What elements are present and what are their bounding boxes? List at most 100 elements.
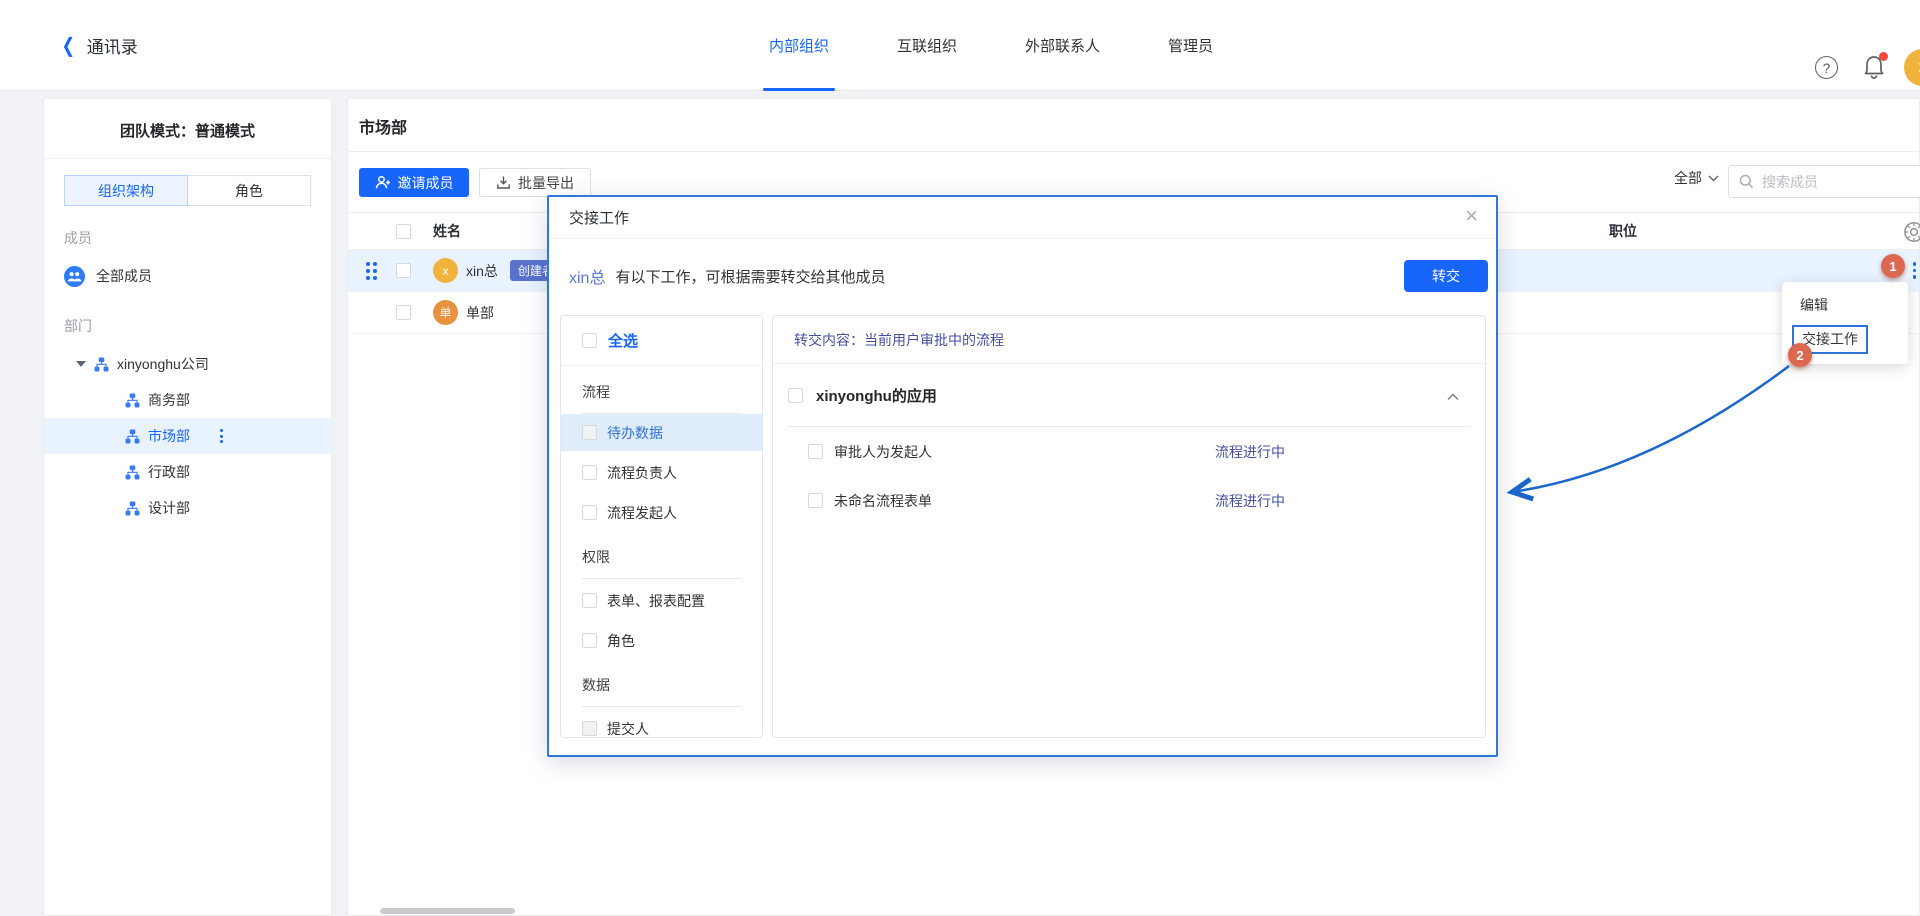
all-members-label: 全部成员: [96, 266, 152, 286]
departments-section-label: 部门: [64, 316, 331, 336]
option-checkbox[interactable]: [582, 721, 597, 736]
workflow-item[interactable]: 未命名流程表单 流程进行中: [773, 476, 1485, 525]
option-checkbox[interactable]: [582, 633, 597, 648]
option-label: 流程负责人: [607, 463, 677, 483]
tab-label: 管理员: [1168, 35, 1213, 56]
option-checkbox[interactable]: [582, 425, 597, 440]
tab-external-contacts[interactable]: 外部联系人: [991, 0, 1134, 91]
member-name: 单部: [466, 303, 494, 323]
content-header: 转交内容：当前用户审批中的流程: [773, 316, 1485, 364]
dept-more-icon[interactable]: [220, 429, 223, 443]
avatar-text: x: [443, 264, 449, 278]
horizontal-scrollbar[interactable]: [380, 908, 515, 914]
option-process-initiator[interactable]: 流程发起人: [561, 494, 762, 531]
group-label-process: 流程: [582, 366, 741, 414]
batch-export-button[interactable]: 批量导出: [479, 168, 591, 197]
search-box: [1728, 165, 1920, 198]
option-todo-data[interactable]: 待办数据: [561, 414, 762, 451]
workflow-item[interactable]: 审批人为发起人 流程进行中: [773, 427, 1485, 476]
workflow-status: 流程进行中: [1215, 491, 1285, 511]
handover-options-panel: 全选 流程 待办数据 流程负责人 流程发起人 权限 表单、报表配置 角色 数据 …: [560, 315, 763, 738]
option-label: 提交人: [607, 719, 649, 739]
select-all-checkbox[interactable]: [396, 224, 411, 239]
member-avatar: x: [433, 258, 458, 283]
select-all-label[interactable]: 全选: [608, 330, 638, 351]
tab-label: 内部组织: [769, 35, 829, 56]
group-label-permission: 权限: [582, 531, 741, 579]
tree-node-dept-design[interactable]: 设计部: [44, 490, 331, 526]
annotation-step-2: 2: [1788, 343, 1812, 367]
close-icon[interactable]: ×: [1465, 205, 1478, 227]
select-all-checkbox[interactable]: [582, 333, 597, 348]
menu-item-edit[interactable]: 编辑: [1782, 288, 1908, 322]
caret-expanded-icon[interactable]: [76, 361, 86, 367]
department-name: 市场部: [148, 426, 190, 446]
tree-node-dept-business[interactable]: 商务部: [44, 382, 331, 418]
member-avatar: 单: [433, 300, 458, 325]
tab-admin[interactable]: 管理员: [1134, 0, 1247, 91]
help-icon[interactable]: ?: [1815, 56, 1838, 79]
option-form-report-config[interactable]: 表单、报表配置: [561, 582, 762, 619]
item-checkbox[interactable]: [808, 493, 823, 508]
export-label: 批量导出: [518, 173, 574, 193]
workflow-name: 审批人为发起人: [834, 442, 932, 462]
notification-bell-icon[interactable]: [1862, 54, 1888, 82]
member-cell: x xin总 创建者: [433, 258, 562, 283]
workflow-name: 未命名流程表单: [834, 491, 932, 511]
item-checkbox[interactable]: [808, 444, 823, 459]
modal-subject-row: xin总 有以下工作，可根据需要转交给其他成员 转交: [549, 239, 1496, 313]
column-settings-gear-icon[interactable]: [1903, 221, 1920, 243]
option-label: 角色: [607, 631, 635, 651]
search-input[interactable]: [1762, 174, 1920, 190]
select-all-row: 全选: [561, 316, 762, 366]
department-name: 行政部: [148, 462, 190, 482]
back-button[interactable]: ❮ 通讯录: [60, 0, 138, 91]
person-add-icon: [375, 175, 391, 190]
members-section-label: 成员: [64, 228, 331, 248]
org-icon: [125, 429, 140, 444]
back-chevron-icon: ❮: [62, 36, 75, 56]
avatar-text: 单: [439, 304, 451, 321]
toggle-label: 角色: [235, 181, 263, 201]
app-group-name: xinyonghu的应用: [816, 385, 937, 406]
transfer-button[interactable]: 转交: [1404, 260, 1488, 292]
tree-node-dept-admin[interactable]: 行政部: [44, 454, 331, 490]
column-header-name: 姓名: [433, 221, 461, 241]
option-checkbox[interactable]: [582, 465, 597, 480]
handover-modal: 交接工作 × xin总 有以下工作，可根据需要转交给其他成员 转交 全选 流程 …: [547, 195, 1498, 757]
tab-label: 互联组织: [897, 35, 957, 56]
option-label: 表单、报表配置: [607, 591, 705, 611]
tree-node-company[interactable]: xinyonghu公司: [44, 346, 331, 382]
workflow-status: 流程进行中: [1215, 442, 1285, 462]
top-header: ❮ 通讯录 内部组织 互联组织 外部联系人 管理员 ? x: [0, 0, 1920, 91]
invite-member-button[interactable]: 邀请成员: [359, 168, 469, 197]
drag-handle-icon[interactable]: [366, 262, 396, 280]
org-icon: [125, 501, 140, 516]
toggle-roles[interactable]: 角色: [187, 175, 311, 206]
row-checkbox[interactable]: [396, 305, 411, 320]
member-name: xin总: [466, 261, 498, 281]
row-checkbox[interactable]: [396, 263, 411, 278]
member-cell: 单 单部: [433, 300, 494, 325]
toggle-org-structure[interactable]: 组织架构: [64, 175, 188, 206]
sidebar-item-all-members[interactable]: 全部成员: [44, 258, 331, 294]
user-avatar[interactable]: x: [1904, 49, 1920, 86]
option-process-owner[interactable]: 流程负责人: [561, 454, 762, 491]
option-submitter[interactable]: 提交人: [561, 710, 762, 738]
app-group-row[interactable]: xinyonghu的应用: [773, 364, 1485, 426]
tab-internal-org[interactable]: 内部组织: [735, 0, 863, 91]
option-role[interactable]: 角色: [561, 622, 762, 659]
option-checkbox[interactable]: [582, 505, 597, 520]
app-root: { "app": { "back_label": "通讯录" }, "heade…: [0, 0, 1920, 916]
group-checkbox[interactable]: [788, 388, 803, 403]
row-more-icon[interactable]: [1911, 260, 1919, 281]
subject-member-name: xin总: [569, 264, 605, 288]
tree-node-dept-market[interactable]: 市场部: [44, 418, 331, 454]
org-icon: [125, 393, 140, 408]
modal-titlebar: 交接工作 ×: [549, 197, 1496, 239]
chevron-up-icon[interactable]: [1447, 388, 1459, 404]
option-label: 流程发起人: [607, 503, 677, 523]
option-checkbox[interactable]: [582, 593, 597, 608]
filter-dropdown[interactable]: 全部: [1674, 168, 1719, 188]
tab-linked-org[interactable]: 互联组织: [863, 0, 991, 91]
